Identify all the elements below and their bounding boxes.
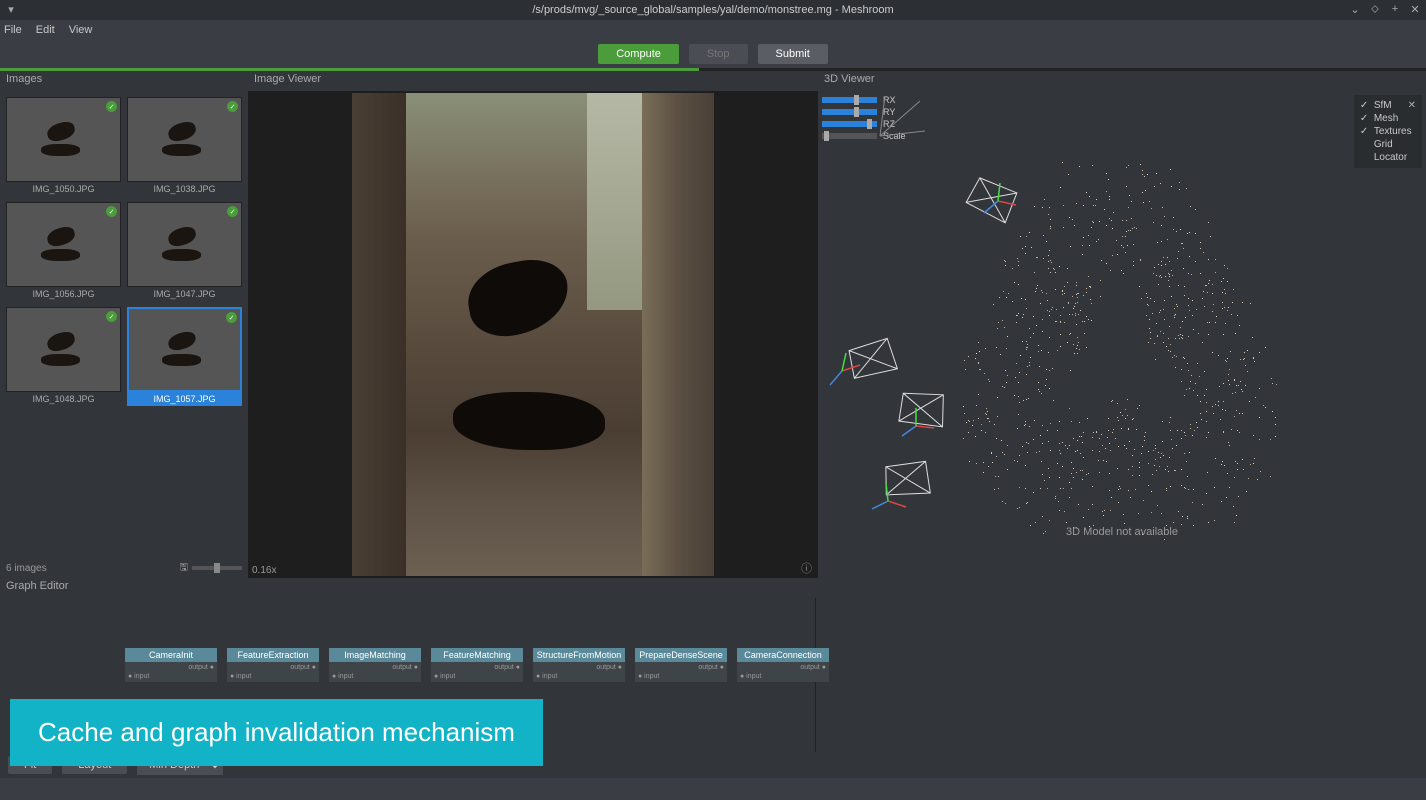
menu-bar: File Edit View <box>0 20 1426 40</box>
image-thumb[interactable]: ✓ IMG_1057.JPG <box>127 307 242 406</box>
restore-icon[interactable]: + <box>1388 2 1402 16</box>
minimize-icon[interactable]: ⌄ <box>1348 2 1362 16</box>
window-titlebar: ▾ /s/prods/mvg/_source_global/samples/ya… <box>0 0 1426 20</box>
slider-ry[interactable] <box>822 109 877 115</box>
layer-textures[interactable]: ✓Textures <box>1360 125 1416 138</box>
info-icon[interactable]: ⓘ <box>801 560 812 576</box>
main-area: Images ✓ IMG_1050.JPG ✓ IMG_1038.JPG ✓ IMG_10… <box>0 71 1426 578</box>
layer-sfm[interactable]: ✓SfM✕ <box>1360 99 1416 112</box>
zoom-label: 0.16x <box>252 565 276 576</box>
node-title: CameraConnection <box>737 648 829 662</box>
axis-preview-icon <box>870 91 930 141</box>
progress-fill <box>0 68 699 71</box>
graph-node[interactable]: StructureFromMotionoutput ●● input <box>533 648 625 682</box>
node-title: StructureFromMotion <box>533 648 625 662</box>
menu-edit[interactable]: Edit <box>36 24 55 36</box>
main-image <box>352 93 714 576</box>
image-thumb[interactable]: ✓ IMG_1050.JPG <box>6 97 121 196</box>
layer-locator[interactable]: Locator <box>1360 151 1416 164</box>
orientation-sliders: RX RY RZ Scale <box>822 95 906 141</box>
graph-editor-header: Graph Editor <box>0 578 1426 598</box>
check-icon: ✓ <box>106 311 117 322</box>
images-panel-header: Images <box>0 71 248 91</box>
images-footer: 6 images 🖫 <box>0 558 248 578</box>
axis-gizmo-icon <box>868 481 908 521</box>
check-icon: ✓ <box>106 206 117 217</box>
menu-file[interactable]: File <box>4 24 22 36</box>
axis-gizmo-icon <box>822 351 862 391</box>
graph-node[interactable]: CameraInitoutput ●● input <box>125 648 217 682</box>
node-title: ImageMatching <box>329 648 421 662</box>
compute-button[interactable]: Compute <box>598 44 679 64</box>
node-title: FeatureMatching <box>431 648 523 662</box>
submit-button[interactable]: Submit <box>758 44 828 64</box>
action-bar: Compute Stop Submit <box>0 40 1426 68</box>
check-icon: ✓ <box>227 206 238 217</box>
viewer3d-header: 3D Viewer <box>818 71 1426 91</box>
check-icon: ✓ <box>226 312 237 323</box>
graph-node[interactable]: CameraConnectionoutput ●● input <box>737 648 829 682</box>
image-viewer-body[interactable]: 0.16x ⓘ <box>248 91 818 578</box>
thumb-name: IMG_1048.JPG <box>6 392 121 406</box>
nodes-row: CameraInitoutput ●● input FeatureExtracti… <box>125 648 829 682</box>
graph-node[interactable]: FeatureMatchingoutput ●● input <box>431 648 523 682</box>
node-title: FeatureExtraction <box>227 648 319 662</box>
viewer3d-panel: 3D Viewer RX RY RZ Scale ✓SfM✕ ✓Mesh ✓Te… <box>818 71 1426 578</box>
maximize-icon[interactable]: ⬦ <box>1368 2 1382 16</box>
close-icon[interactable]: ✕ <box>1408 100 1416 111</box>
viewer3d-body[interactable]: RX RY RZ Scale ✓SfM✕ ✓Mesh ✓Textures Gri… <box>818 91 1426 578</box>
node-title: PrepareDenseScene <box>635 648 727 662</box>
image-thumb[interactable]: ✓ IMG_1038.JPG <box>127 97 242 196</box>
thumb-name: IMG_1047.JPG <box>127 287 242 301</box>
check-icon: ✓ <box>227 101 238 112</box>
graph-node[interactable]: FeatureExtractionoutput ●● input <box>227 648 319 682</box>
image-thumb[interactable]: ✓ IMG_1047.JPG <box>127 202 242 301</box>
model-status: 3D Model not available <box>818 526 1426 538</box>
image-viewer-panel: Image Viewer 0.16x ⓘ <box>248 71 818 578</box>
slider-rx[interactable] <box>822 97 877 103</box>
axis-gizmo-icon <box>896 406 936 446</box>
presentation-caption: Cache and graph invalidation mechanism <box>10 699 543 766</box>
thumb-name: IMG_1056.JPG <box>6 287 121 301</box>
graph-node[interactable]: ImageMatchingoutput ●● input <box>329 648 421 682</box>
graph-node[interactable]: PrepareDenseSceneoutput ●● input <box>635 648 727 682</box>
save-icon[interactable]: 🖫 <box>179 560 188 577</box>
image-thumb[interactable]: ✓ IMG_1056.JPG <box>6 202 121 301</box>
close-icon[interactable]: ✕ <box>1408 2 1422 16</box>
layer-grid[interactable]: Grid <box>1360 138 1416 151</box>
app-icon: ▾ <box>4 2 18 16</box>
layer-mesh[interactable]: ✓Mesh <box>1360 112 1416 125</box>
node-title: CameraInit <box>125 648 217 662</box>
slider-scale[interactable] <box>822 133 877 139</box>
point-cloud <box>948 161 1288 578</box>
thumb-name: IMG_1050.JPG <box>6 182 121 196</box>
slider-rz[interactable] <box>822 121 877 127</box>
window-title: /s/prods/mvg/_source_global/samples/yal/… <box>532 4 893 16</box>
layers-panel: ✓SfM✕ ✓Mesh ✓Textures Grid Locator <box>1354 95 1422 168</box>
thumb-size-slider[interactable] <box>192 566 242 570</box>
menu-view[interactable]: View <box>69 24 93 36</box>
stop-button[interactable]: Stop <box>689 44 748 64</box>
thumb-name: IMG_1057.JPG <box>127 392 242 406</box>
images-panel: Images ✓ IMG_1050.JPG ✓ IMG_1038.JPG ✓ IMG_10… <box>0 71 248 578</box>
images-count: 6 images <box>6 563 47 574</box>
images-grid[interactable]: ✓IMG_1050.JPG✓IMG_1038.JPG✓IMG_1056.JPG✓… <box>0 91 248 558</box>
check-icon: ✓ <box>106 101 117 112</box>
image-thumb[interactable]: ✓ IMG_1048.JPG <box>6 307 121 406</box>
image-viewer-header: Image Viewer <box>248 71 818 91</box>
thumb-name: IMG_1038.JPG <box>127 182 242 196</box>
